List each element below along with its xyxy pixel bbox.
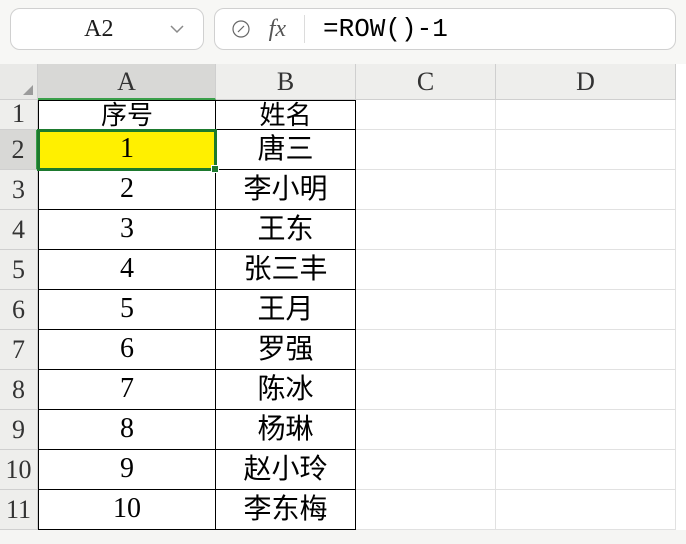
cell-b6[interactable]: 王月 <box>216 290 356 330</box>
cell-c1[interactable] <box>356 100 496 130</box>
cell-b3[interactable]: 李小明 <box>216 170 356 210</box>
row-header[interactable]: 7 <box>0 330 38 370</box>
cell-b11[interactable]: 李东梅 <box>216 490 356 530</box>
cell-c3[interactable] <box>356 170 496 210</box>
cell-d6[interactable] <box>496 290 676 330</box>
formula-group: fx <box>214 8 676 50</box>
cell-b10[interactable]: 赵小玲 <box>216 450 356 490</box>
cell-d10[interactable] <box>496 450 676 490</box>
cell-d8[interactable] <box>496 370 676 410</box>
cell-c2[interactable] <box>356 130 496 170</box>
cell-c7[interactable] <box>356 330 496 370</box>
formula-bar: A2 fx <box>0 0 686 64</box>
row-header[interactable]: 2 <box>0 130 38 170</box>
cell-d9[interactable] <box>496 410 676 450</box>
row-header[interactable]: 10 <box>0 450 38 490</box>
cell-a11[interactable]: 10 <box>38 490 216 530</box>
row-header[interactable]: 8 <box>0 370 38 410</box>
cell-a5[interactable]: 4 <box>38 250 216 290</box>
cell-c10[interactable] <box>356 450 496 490</box>
name-box-value: A2 <box>29 16 169 43</box>
col-header-d[interactable]: D <box>496 64 676 100</box>
cell-d4[interactable] <box>496 210 676 250</box>
cell-a2[interactable]: 1 <box>38 130 216 170</box>
col-header-a[interactable]: A <box>38 64 216 100</box>
cell-d1[interactable] <box>496 100 676 130</box>
name-box[interactable]: A2 <box>10 8 204 50</box>
cell-a6[interactable]: 5 <box>38 290 216 330</box>
divider <box>304 15 305 43</box>
cell-a8[interactable]: 7 <box>38 370 216 410</box>
fill-handle[interactable] <box>211 165 219 173</box>
cell-b9[interactable]: 杨琳 <box>216 410 356 450</box>
col-header-c[interactable]: C <box>356 64 496 100</box>
row-header[interactable]: 3 <box>0 170 38 210</box>
cell-b7[interactable]: 罗强 <box>216 330 356 370</box>
row-header[interactable]: 4 <box>0 210 38 250</box>
formula-input[interactable] <box>323 14 659 44</box>
select-all-corner[interactable] <box>0 64 38 100</box>
row-header[interactable]: 5 <box>0 250 38 290</box>
cell-b1[interactable]: 姓名 <box>216 100 356 130</box>
cell-a9[interactable]: 8 <box>38 410 216 450</box>
chevron-down-icon[interactable] <box>169 21 185 37</box>
cell-b8[interactable]: 陈冰 <box>216 370 356 410</box>
cell-c4[interactable] <box>356 210 496 250</box>
cell-a4[interactable]: 3 <box>38 210 216 250</box>
row-header[interactable]: 9 <box>0 410 38 450</box>
spreadsheet-grid: A B C D 1 序号 姓名 2 1 唐三 3 2 李小明 4 3 王东 5 … <box>0 64 686 530</box>
cell-b2[interactable]: 唐三 <box>216 130 356 170</box>
cell-d3[interactable] <box>496 170 676 210</box>
row-header[interactable]: 1 <box>0 100 38 130</box>
cell-b4[interactable]: 王东 <box>216 210 356 250</box>
cell-d7[interactable] <box>496 330 676 370</box>
cell-c6[interactable] <box>356 290 496 330</box>
cancel-formula-icon[interactable] <box>231 19 251 39</box>
cell-c8[interactable] <box>356 370 496 410</box>
cell-a10[interactable]: 9 <box>38 450 216 490</box>
cell-d2[interactable] <box>496 130 676 170</box>
cell-a3[interactable]: 2 <box>38 170 216 210</box>
fx-label[interactable]: fx <box>269 16 286 43</box>
cell-d5[interactable] <box>496 250 676 290</box>
cell-b5[interactable]: 张三丰 <box>216 250 356 290</box>
cell-c5[interactable] <box>356 250 496 290</box>
cell-d11[interactable] <box>496 490 676 530</box>
row-header[interactable]: 11 <box>0 490 38 530</box>
col-header-b[interactable]: B <box>216 64 356 100</box>
cell-a7[interactable]: 6 <box>38 330 216 370</box>
row-header[interactable]: 6 <box>0 290 38 330</box>
cell-c11[interactable] <box>356 490 496 530</box>
cell-a1[interactable]: 序号 <box>38 100 216 130</box>
cell-c9[interactable] <box>356 410 496 450</box>
